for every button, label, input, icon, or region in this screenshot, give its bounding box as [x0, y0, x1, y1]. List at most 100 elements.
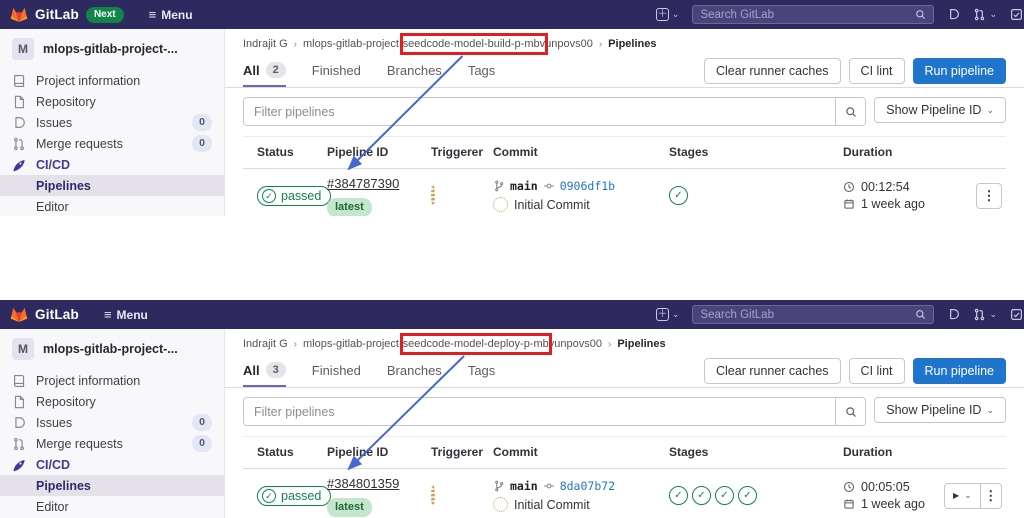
sidebar-item-merge-requests[interactable]: Merge requests 0	[0, 433, 224, 454]
tab-finished[interactable]: Finished	[312, 55, 361, 87]
pipeline-id-link[interactable]: #384787390	[327, 176, 399, 191]
ci-lint-button[interactable]: CI lint	[848, 58, 905, 84]
todos-icon[interactable]	[1010, 8, 1023, 21]
calendar-icon	[843, 198, 855, 210]
filter-search-button[interactable]	[835, 398, 866, 425]
gitlab-logo-icon[interactable]	[10, 6, 28, 23]
merge-requests-count-badge: 0	[192, 135, 212, 152]
calendar-icon	[843, 498, 855, 510]
chevron-down-icon: ⌄	[986, 404, 994, 415]
header-status: Status	[257, 445, 294, 459]
sidebar-item-cicd[interactable]: CI/CD	[0, 454, 224, 475]
issues-shortcut-icon[interactable]	[947, 8, 960, 21]
tab-tags[interactable]: Tags	[468, 55, 495, 87]
todos-icon[interactable]	[1010, 308, 1023, 321]
breadcrumb-user[interactable]: Indrajit G	[243, 338, 288, 350]
stage-passed-icon[interactable]: ✓	[692, 486, 711, 506]
stage-passed-icon[interactable]: ✓	[669, 486, 688, 506]
sidebar-item-issues[interactable]: Issues 0	[0, 112, 224, 133]
branch-name-link[interactable]: main	[510, 179, 538, 193]
gitlab-window-deploy: GitLab ≡ Menu ＋ ⌄ ⌄	[0, 300, 1024, 518]
sidebar-item-repository[interactable]: Repository	[0, 391, 224, 412]
merge-requests-shortcut[interactable]: ⌄	[973, 8, 997, 21]
new-item-dropdown[interactable]: ＋ ⌄	[655, 8, 679, 21]
gitlab-wordmark[interactable]: GitLab	[35, 307, 79, 322]
manual-action-dropdown[interactable]: ▶ ⌄	[945, 484, 980, 508]
commit-message-link[interactable]: Initial Commit	[514, 198, 590, 212]
stage-passed-icon[interactable]: ✓	[669, 186, 688, 206]
merge-request-icon	[12, 137, 27, 151]
gitlab-logo-icon[interactable]	[10, 306, 28, 323]
stage-passed-icon[interactable]: ✓	[738, 486, 757, 506]
search-input[interactable]	[700, 308, 910, 321]
filter-pipelines-input[interactable]	[244, 398, 836, 425]
commit-message-link[interactable]: Initial Commit	[514, 498, 590, 512]
breadcrumb-current[interactable]: Pipelines	[608, 38, 656, 50]
breadcrumb: Indrajit G › mlops-gitlab-project-seedco…	[225, 29, 1024, 55]
triggerer-avatar[interactable]	[431, 184, 435, 206]
tab-branches[interactable]: Branches	[387, 55, 442, 87]
sidebar-item-pipelines[interactable]: Pipelines	[0, 475, 224, 496]
gitlab-wordmark[interactable]: GitLab	[35, 7, 79, 22]
filter-box	[243, 97, 867, 126]
breadcrumb-separator: ›	[293, 338, 297, 350]
filter-pipelines-input[interactable]	[244, 98, 836, 125]
breadcrumb-current[interactable]: Pipelines	[617, 338, 665, 350]
project-name-prefix: mlops-gitlab-project-	[302, 338, 403, 350]
stage-passed-icon[interactable]: ✓	[715, 486, 734, 506]
tab-all[interactable]: All 2	[243, 55, 286, 87]
pipeline-tabs: All 2 Finished Branches Tags Clear runne…	[225, 55, 1024, 88]
project-context[interactable]: M mlops-gitlab-project-...	[0, 29, 224, 66]
ci-lint-button[interactable]: CI lint	[848, 358, 905, 384]
sidebar-item-editor[interactable]: Editor	[0, 496, 224, 517]
show-pipeline-id-dropdown[interactable]: Show Pipeline ID ⌄	[874, 397, 1006, 423]
tab-all[interactable]: All 3	[243, 355, 286, 387]
search-input[interactable]	[700, 8, 910, 21]
row-kebab-menu-button[interactable]: ⋮	[976, 182, 1002, 209]
header-pipeline-id: Pipeline ID	[327, 445, 389, 459]
run-pipeline-button[interactable]: Run pipeline	[912, 358, 1006, 384]
clear-runner-caches-button[interactable]: Clear runner caches	[703, 58, 841, 84]
triggerer-avatar[interactable]	[431, 484, 435, 506]
filter-search-button[interactable]	[835, 98, 866, 125]
status-badge-passed[interactable]: ✓ passed	[257, 486, 332, 506]
header-pipeline-id: Pipeline ID	[327, 145, 389, 159]
branch-name-link[interactable]: main	[510, 479, 538, 493]
issues-shortcut-icon[interactable]	[947, 308, 960, 321]
menu-button[interactable]: ≡ Menu	[104, 308, 148, 322]
commit-sha-link[interactable]: 8da07b72	[560, 479, 615, 493]
menu-button[interactable]: ≡ Menu	[149, 8, 193, 22]
breadcrumb-user[interactable]: Indrajit G	[243, 38, 288, 50]
sidebar-item-project-information[interactable]: Project information	[0, 70, 224, 91]
sidebar-item-editor[interactable]: Editor	[0, 196, 224, 216]
tab-branches[interactable]: Branches	[387, 355, 442, 387]
issues-icon	[12, 416, 27, 430]
show-pipeline-id-dropdown[interactable]: Show Pipeline ID ⌄	[874, 97, 1006, 123]
project-avatar: M	[12, 338, 34, 360]
pipelines-table: Status Pipeline ID Triggerer Commit Stag…	[243, 136, 1006, 216]
project-context[interactable]: M mlops-gitlab-project-...	[0, 329, 224, 366]
commit-sha-link[interactable]: 0906df1b	[560, 179, 615, 193]
tab-finished[interactable]: Finished	[312, 355, 361, 387]
merge-requests-shortcut[interactable]: ⌄	[973, 308, 997, 321]
sidebar-item-cicd[interactable]: CI/CD	[0, 154, 224, 175]
new-item-dropdown[interactable]: ＋ ⌄	[655, 308, 679, 321]
tab-tags[interactable]: Tags	[468, 355, 495, 387]
sidebar-item-merge-requests[interactable]: Merge requests 0	[0, 133, 224, 154]
sidebar-item-pipelines[interactable]: Pipelines	[0, 175, 224, 196]
pipeline-id-link[interactable]: #384801359	[327, 476, 399, 491]
status-badge-passed[interactable]: ✓ passed	[257, 186, 332, 206]
sidebar-item-label: Project information	[36, 373, 141, 388]
breadcrumb-project[interactable]: mlops-gitlab-project-seedcode-model-buil…	[303, 38, 593, 50]
breadcrumb-project[interactable]: mlops-gitlab-project-seedcode-model-depl…	[303, 338, 602, 350]
clear-runner-caches-button[interactable]: Clear runner caches	[703, 358, 841, 384]
run-pipeline-button[interactable]: Run pipeline	[912, 58, 1006, 84]
global-search	[692, 5, 935, 24]
menu-label: Menu	[116, 307, 148, 322]
sidebar-item-issues[interactable]: Issues 0	[0, 412, 224, 433]
clock-icon	[843, 481, 855, 493]
sidebar-item-repository[interactable]: Repository	[0, 91, 224, 112]
row-kebab-menu-button[interactable]: ⋮	[981, 484, 1001, 508]
status-label: passed	[281, 489, 322, 503]
sidebar-item-project-information[interactable]: Project information	[0, 370, 224, 391]
